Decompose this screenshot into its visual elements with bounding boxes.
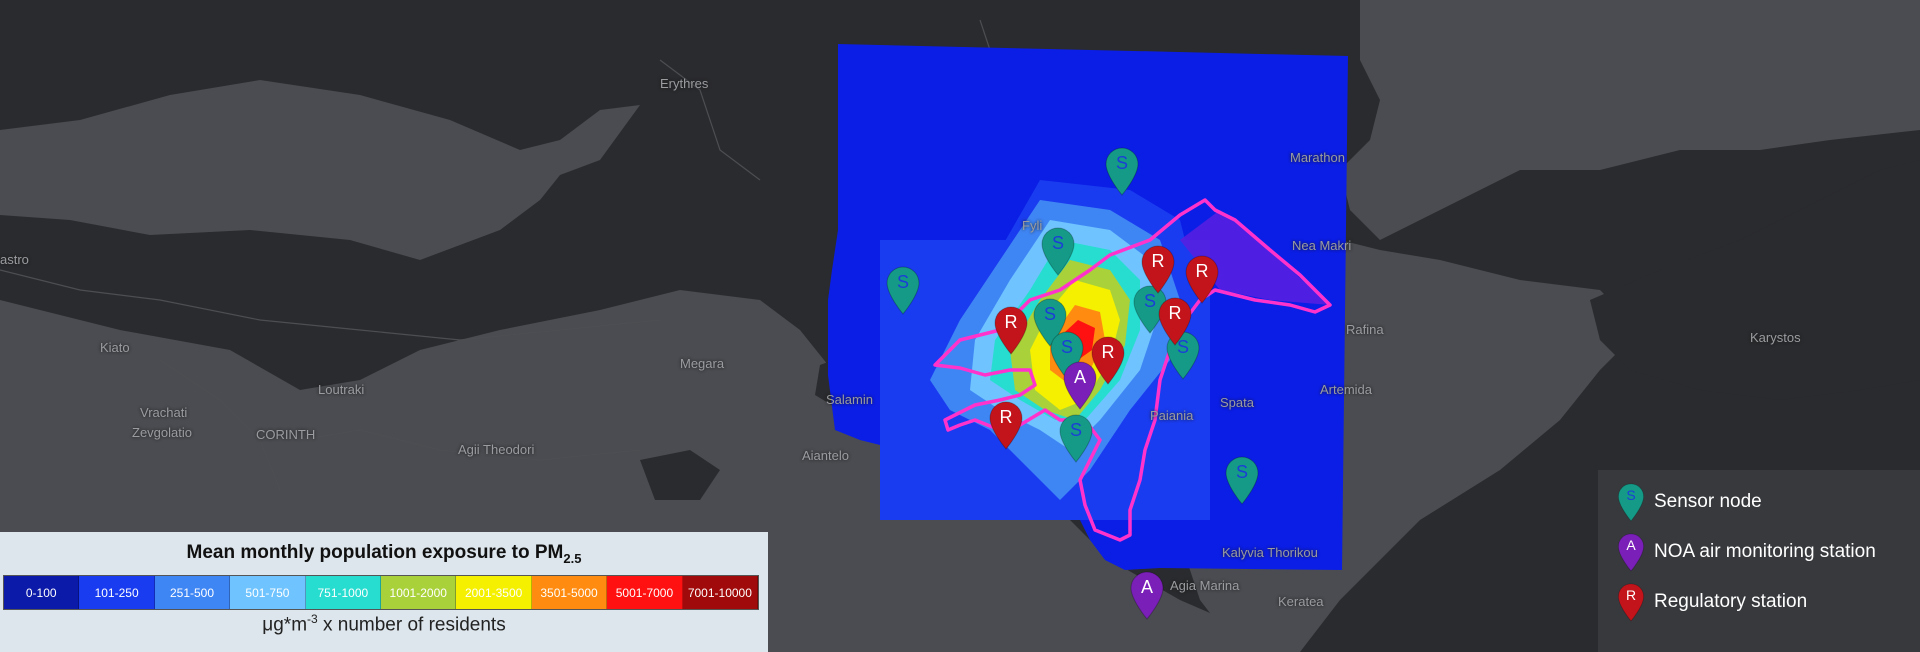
marker-letter: R (999, 407, 1013, 427)
regulatory-marker[interactable]: R (1156, 296, 1194, 346)
marker-letter: S (1235, 462, 1248, 482)
colorbar-bin: 751-1000 (305, 576, 382, 609)
place-label: Nea Makri (1292, 238, 1352, 253)
sensor-marker[interactable]: S (1223, 455, 1261, 505)
legend-pin-letter: R (1625, 587, 1637, 603)
place-label: Vrachati (140, 405, 188, 420)
place-label: Kalyvia Thorikou (1222, 545, 1318, 560)
colorbar-bin: 0-100 (4, 576, 80, 609)
legend-item-regulatory: R Regulatory station (1616, 582, 1916, 626)
marker-letter: S (896, 272, 909, 292)
station-legend: S Sensor node A NOA air monitoring station R… (1598, 470, 1920, 652)
marker-letter: R (1151, 251, 1165, 271)
colorbar-bin: 5001-7000 (607, 576, 683, 609)
place-label: Loutraki (318, 382, 365, 397)
legend-label: Sensor node (1654, 491, 1762, 512)
marker-letter: S (1043, 304, 1056, 324)
place-label: Agia Marina (1170, 578, 1240, 593)
colorbar-bin: 3501-5000 (531, 576, 608, 609)
marker-letter: S (1115, 153, 1128, 173)
place-label: Zevgolatio (132, 425, 192, 440)
marker-letter: R (1168, 303, 1182, 323)
colorbar-bin: 7001-10000 (682, 576, 759, 609)
sensor-marker[interactable]: S (884, 265, 922, 315)
unit-suffix: x number of residents (317, 614, 506, 636)
place-label: CORINTH (256, 427, 316, 442)
legend-item-sensor: S Sensor node (1616, 482, 1916, 526)
noa-marker[interactable]: A (1061, 360, 1099, 410)
colorbar-bin: 1001-2000 (381, 576, 457, 609)
colorbar-unit: μg*m-3 x number of residents (0, 612, 768, 636)
sensor-marker[interactable]: S (1103, 146, 1141, 196)
place-label: astro (0, 252, 29, 267)
place-label: Marathon (1290, 150, 1345, 165)
colorbar-bin: 2001-3500 (456, 576, 532, 609)
place-label: Aiantelo (802, 448, 849, 463)
legend-label: Regulatory station (1654, 591, 1808, 612)
legend-pin-letter: S (1626, 487, 1636, 503)
regulatory-marker[interactable]: R (1139, 244, 1177, 294)
colorbar-bin: 501-750 (230, 576, 306, 609)
sensor-marker[interactable]: S (1057, 413, 1095, 463)
marker-letter: A (1073, 367, 1086, 387)
marker-letter: S (1069, 420, 1082, 440)
place-label: Salamin (826, 392, 873, 407)
place-label: Agii Theodori (458, 442, 535, 457)
regulatory-marker[interactable]: R (987, 400, 1025, 450)
place-label: Keratea (1278, 594, 1324, 609)
regulatory-marker[interactable]: R (992, 305, 1030, 355)
place-label: Kiato (100, 340, 130, 355)
colorbar-bin: 251-500 (154, 576, 231, 609)
marker-letter: R (1004, 312, 1018, 332)
marker-letter: A (1140, 577, 1153, 597)
noa-pin-icon: A (1616, 532, 1646, 572)
place-label: Spata (1220, 395, 1254, 410)
place-label: Karystos (1750, 330, 1801, 345)
place-label: Artemida (1320, 382, 1373, 397)
legend-pin-letter: A (1626, 537, 1636, 553)
unit-prefix: μg*m (262, 614, 308, 636)
sensor-pin-icon: S (1616, 482, 1646, 522)
colorbar-title-subscript: 2.5 (563, 550, 582, 566)
place-label: Paiania (1150, 408, 1194, 423)
place-label: Erythres (660, 76, 709, 91)
legend-item-noa: A NOA air monitoring station (1616, 532, 1916, 576)
colorbar-title-text: Mean monthly population exposure to PM (186, 542, 564, 563)
place-label: Megara (680, 356, 725, 371)
regulatory-pin-icon: R (1616, 582, 1646, 622)
noa-marker[interactable]: A (1128, 570, 1166, 620)
place-label: Rafina (1346, 322, 1384, 337)
colorbar-bins: 0-100 101-250 251-500 501-750 751-1000 1001-2… (3, 575, 759, 610)
marker-letter: R (1195, 261, 1209, 281)
marker-letter: S (1051, 233, 1064, 253)
unit-superscript: -3 (307, 612, 318, 626)
sensor-marker[interactable]: S (1039, 226, 1077, 276)
marker-letter: S (1060, 337, 1073, 357)
colorbar-bin: 101-250 (79, 576, 155, 609)
exposure-colorbar: Mean monthly population exposure to PM2.… (0, 532, 768, 652)
colorbar-title: Mean monthly population exposure to PM2.… (0, 542, 768, 566)
legend-label: NOA air monitoring station (1654, 541, 1876, 562)
